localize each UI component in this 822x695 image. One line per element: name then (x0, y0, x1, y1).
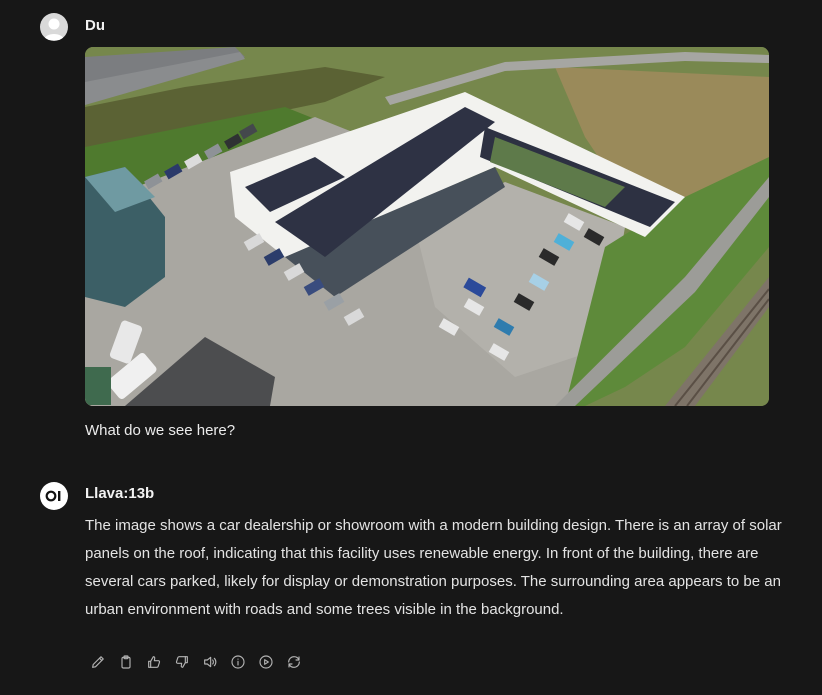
ollama-logo-icon (45, 490, 61, 502)
good-response-button[interactable] (144, 652, 163, 671)
user-message: Du What do we see here? (40, 13, 780, 443)
assistant-name: Llava:13b (85, 485, 155, 502)
info-icon (230, 654, 245, 669)
play-circle-icon (258, 654, 273, 669)
generation-info-button[interactable] (228, 652, 247, 671)
speaker-icon (203, 656, 216, 667)
clipboard-icon (120, 654, 131, 669)
user-name: Du (85, 17, 105, 34)
bad-response-button[interactable] (172, 652, 191, 671)
copy-button[interactable] (116, 652, 135, 671)
user-avatar (40, 13, 68, 41)
pencil-icon (91, 655, 104, 668)
user-message-text: What do we see here? (85, 422, 236, 439)
chat-container: Du What do we see here? Llava:13b The im… (0, 0, 822, 695)
thumbs-down-icon (175, 655, 188, 668)
continue-response-button[interactable] (256, 652, 275, 671)
refresh-icon (287, 655, 300, 668)
assistant-avatar (40, 482, 68, 510)
assistant-message: Llava:13b The image shows a car dealersh… (40, 482, 782, 682)
thumbs-up-icon (147, 655, 160, 668)
edit-button[interactable] (88, 652, 107, 671)
user-silhouette-icon (44, 18, 64, 40)
assistant-message-text: The image shows a car dealership or show… (85, 517, 782, 618)
message-actions (88, 652, 303, 671)
aerial-dealership-photo (85, 47, 769, 406)
regenerate-button[interactable] (284, 652, 303, 671)
attached-image[interactable] (85, 47, 769, 406)
read-aloud-button[interactable] (200, 652, 219, 671)
